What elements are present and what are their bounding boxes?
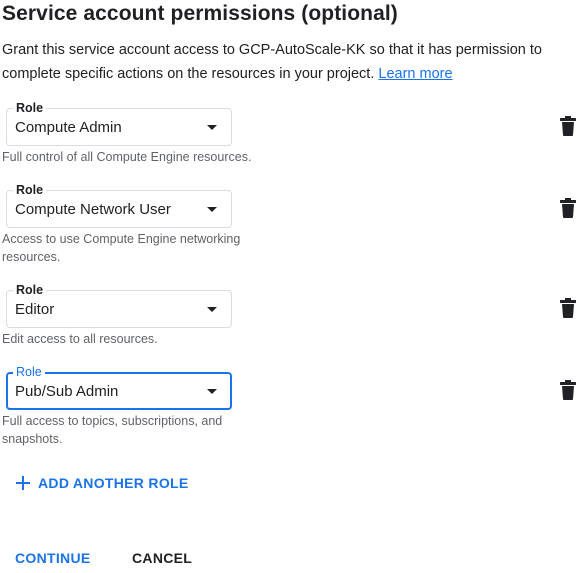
caret-down-icon — [207, 307, 217, 312]
role-select[interactable]: Role Compute Network User — [6, 182, 232, 228]
role-helper-text: Full control of all Compute Engine resou… — [2, 150, 252, 164]
trash-icon[interactable] — [560, 298, 576, 318]
plus-icon — [16, 476, 30, 490]
cancel-button[interactable]: CANCEL — [132, 550, 192, 566]
add-another-role-button[interactable]: ADD ANOTHER ROLE — [16, 472, 189, 494]
caret-down-icon — [207, 207, 217, 212]
role-selected-value: Pub/Sub Admin — [15, 383, 119, 400]
caret-down-icon — [207, 125, 217, 130]
caret-down-icon — [207, 389, 217, 394]
page-description: Grant this service account access to GCP… — [2, 38, 580, 86]
role-select[interactable]: Role Compute Admin — [6, 100, 232, 146]
role-helper-text: Access to use Compute Engine networking … — [2, 232, 241, 264]
trash-icon[interactable] — [560, 116, 576, 136]
role-field-label: Role — [13, 182, 47, 198]
trash-icon[interactable] — [560, 380, 576, 400]
page-title: Service account permissions (optional) — [2, 2, 398, 25]
description-text: Grant this service account access to GCP… — [2, 42, 542, 82]
role-select[interactable]: Role Pub/Sub Admin — [6, 364, 232, 410]
role-helper-text: Full access to topics, subscriptions, an… — [2, 414, 223, 446]
add-another-role-label: ADD ANOTHER ROLE — [38, 475, 189, 491]
role-selected-value: Editor — [15, 301, 55, 318]
role-selected-value: Compute Admin — [15, 119, 122, 136]
role-field-label: Role — [13, 364, 45, 380]
trash-icon[interactable] — [560, 198, 576, 218]
role-field-label: Role — [13, 100, 47, 116]
role-select[interactable]: Role Editor — [6, 282, 232, 328]
role-helper-text: Edit access to all resources. — [2, 332, 158, 346]
role-selected-value: Compute Network User — [15, 201, 171, 218]
learn-more-link[interactable]: Learn more — [378, 66, 452, 82]
continue-button[interactable]: CONTINUE — [15, 550, 91, 566]
role-field-label: Role — [13, 282, 47, 298]
